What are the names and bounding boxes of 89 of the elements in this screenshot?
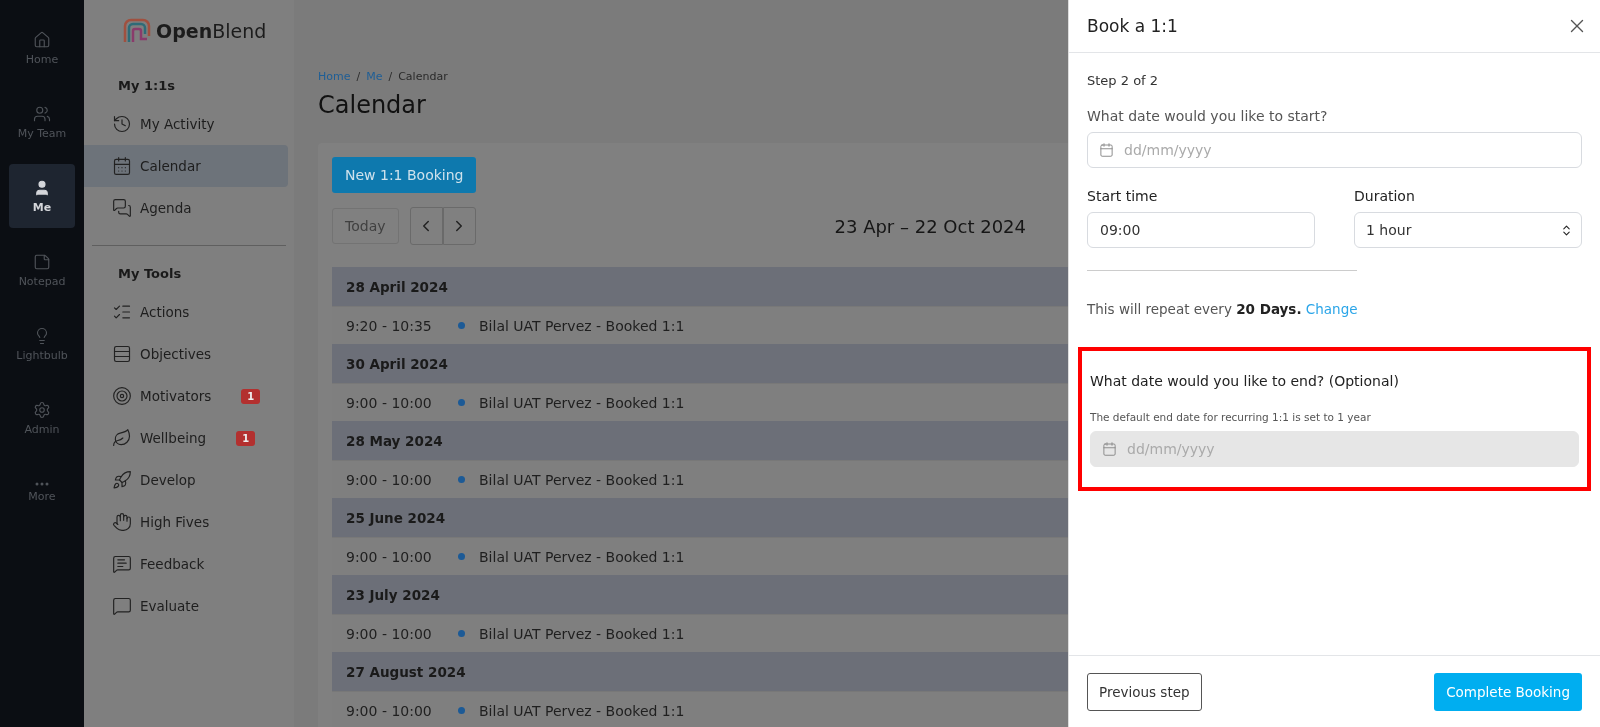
day-header: 28 April 2024 <box>332 267 1068 306</box>
sidebar-item[interactable]: Develop <box>84 459 288 501</box>
sidebar-item[interactable]: Actions <box>84 291 288 333</box>
rows-icon <box>112 344 132 364</box>
event-time: 9:00 - 10:00 <box>346 394 433 411</box>
event-dot <box>458 707 465 714</box>
event-title: Bilal UAT Pervez - Booked 1:1 <box>479 394 685 411</box>
event-dot <box>458 322 465 329</box>
sort-caret-icon <box>1560 223 1573 237</box>
sidebar-item[interactable]: Calendar <box>84 145 288 187</box>
sidebar-item[interactable]: Evaluate <box>84 585 288 627</box>
chat-bubbles-icon <box>112 198 132 218</box>
sidebar-item[interactable]: Agenda <box>84 187 288 229</box>
rail-item[interactable]: Lightbulb <box>9 312 75 376</box>
change-link[interactable]: Change <box>1305 301 1358 317</box>
calendar-icon <box>1099 142 1114 158</box>
leaf-icon <box>112 428 132 448</box>
event-dot <box>458 553 465 560</box>
day-header: 25 June 2024 <box>332 498 1068 537</box>
rail-item[interactable]: Notepad <box>9 238 75 302</box>
rail-item[interactable]: My Team <box>9 90 75 154</box>
count-badge: 1 <box>241 388 261 404</box>
note-icon <box>33 252 51 271</box>
event-title: Bilal UAT Pervez - Booked 1:1 <box>479 317 685 334</box>
more-icon <box>35 481 49 486</box>
home-icon <box>33 30 51 49</box>
panel-title: Book a 1:1 <box>1087 16 1178 36</box>
field-label: What date would you like to end? (Optional) <box>1090 373 1400 389</box>
rocket-icon <box>112 470 132 490</box>
duration-select[interactable]: 1 hour <box>1354 212 1582 248</box>
rail-item[interactable]: More <box>9 460 75 524</box>
sidebar-item[interactable]: High Fives <box>84 501 288 543</box>
sidebar-item[interactable]: Objectives <box>84 333 288 375</box>
event-dot <box>458 399 465 406</box>
gear-icon <box>33 400 51 419</box>
event-title: Bilal UAT Pervez - Booked 1:1 <box>479 471 685 488</box>
date-range: 23 Apr – 22 Oct 2024 <box>834 215 1026 237</box>
breadcrumb-separator: / <box>388 70 393 83</box>
calendar-icon <box>112 156 132 176</box>
event-time: 9:20 - 10:35 <box>346 317 433 334</box>
previous-button[interactable] <box>409 207 443 245</box>
sidebar-item[interactable]: Wellbeing 1 <box>84 417 288 459</box>
hand-icon <box>112 512 132 532</box>
rail-item[interactable]: Home <box>9 16 75 80</box>
field-label: Duration <box>1354 188 1416 204</box>
previous-step-button[interactable]: Previous step <box>1087 672 1202 711</box>
event-dot <box>458 630 465 637</box>
field-label: Start time <box>1087 188 1159 204</box>
message-icon <box>112 554 132 574</box>
event-title: Bilal UAT Pervez - Booked 1:1 <box>479 702 685 719</box>
start-time-field[interactable]: 09:00 <box>1087 212 1315 248</box>
step-indicator: Step 2 of 2 <box>1087 73 1160 88</box>
people-icon <box>33 104 51 123</box>
breadcrumb-separator: / <box>356 70 361 83</box>
day-header: 28 May 2024 <box>332 421 1068 460</box>
section-title: My 1:1s <box>117 77 176 95</box>
event-time: 9:00 - 10:00 <box>346 625 433 642</box>
complete-booking-button[interactable]: Complete Booking <box>1434 672 1582 711</box>
repeat-text: This will repeat every 20 Days. Change <box>1087 301 1359 317</box>
field-label: What date would you like to start? <box>1087 108 1329 124</box>
page-title: Calendar <box>318 91 427 119</box>
event-title: Bilal UAT Pervez - Booked 1:1 <box>479 625 685 642</box>
start-date-field[interactable]: dd/mm/yyyy <box>1087 132 1582 168</box>
event-dot <box>458 476 465 483</box>
sidebar-item[interactable]: Feedback <box>84 543 288 585</box>
rail-item[interactable]: Me <box>9 164 75 228</box>
next-button[interactable] <box>442 207 476 245</box>
event-time: 9:00 - 10:00 <box>346 548 433 565</box>
event-time: 9:00 - 10:00 <box>346 702 433 719</box>
count-badge: 1 <box>236 430 256 446</box>
hint-text: The default end date for recurring 1:1 is set to 1 year <box>1090 411 1372 423</box>
sidebar-item[interactable]: My Activity <box>84 103 288 145</box>
day-header: 23 July 2024 <box>332 575 1068 614</box>
logo-icon <box>122 18 152 44</box>
section-title: My Tools <box>117 265 183 283</box>
calendar-icon <box>1102 441 1117 457</box>
rail-item[interactable]: Admin <box>9 386 75 450</box>
today-button[interactable]: Today <box>332 208 399 244</box>
event-title: Bilal UAT Pervez - Booked 1:1 <box>479 548 685 565</box>
logo-text: OpenBlend <box>156 20 267 42</box>
day-header: 27 August 2024 <box>332 652 1068 691</box>
breadcrumb-current: Calendar <box>398 70 448 83</box>
target-icon <box>112 386 132 406</box>
event-time: 9:00 - 10:00 <box>346 471 433 488</box>
sidebar-item[interactable]: Motivators 1 <box>84 375 288 417</box>
day-header: 30 April 2024 <box>332 344 1068 383</box>
new-booking-button[interactable]: New 1:1 Booking <box>332 157 477 193</box>
history-icon <box>112 114 132 134</box>
person-icon <box>33 178 51 197</box>
